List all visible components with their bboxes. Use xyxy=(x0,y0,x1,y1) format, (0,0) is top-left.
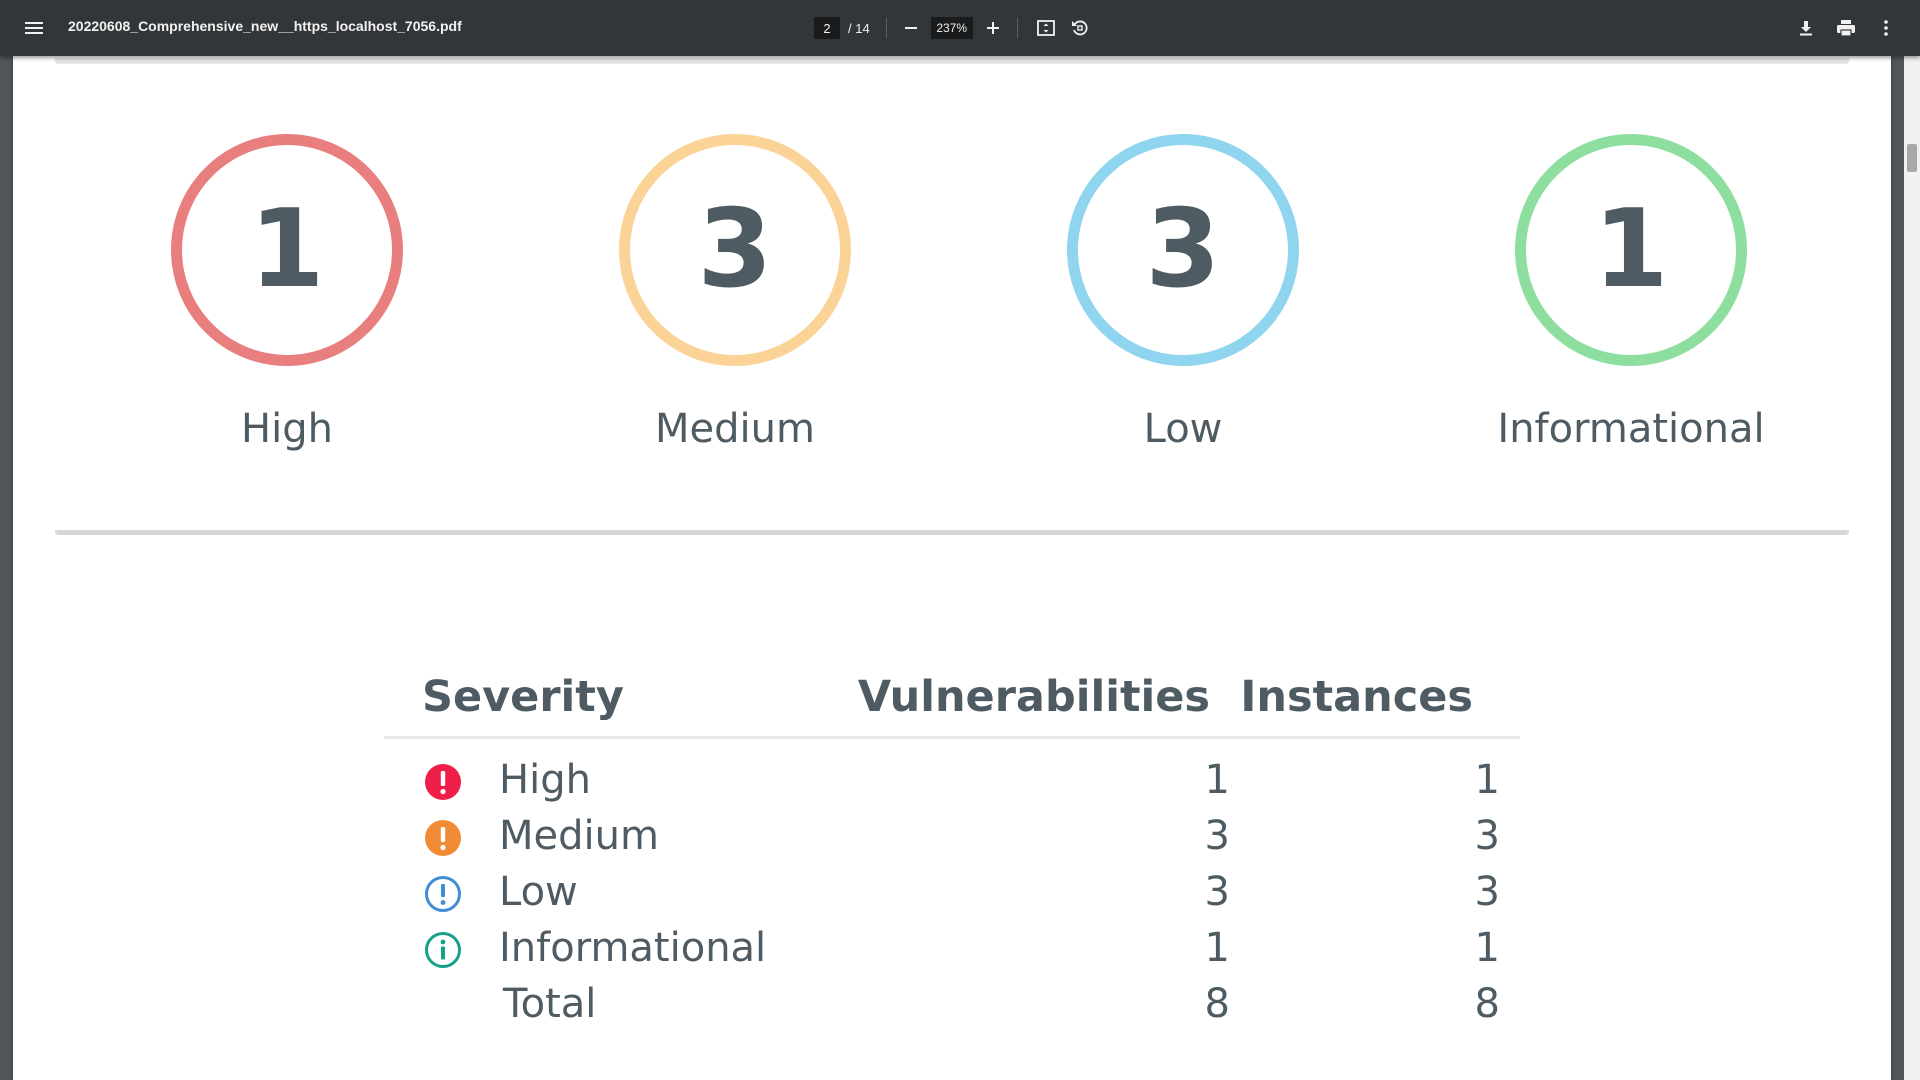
row-vulnerabilities: 3 xyxy=(1204,869,1230,915)
severity-ring-medium: 3 xyxy=(619,134,851,366)
toolbar-divider xyxy=(885,18,887,38)
ring-count: 1 xyxy=(249,187,325,312)
zoom-out-button[interactable] xyxy=(897,14,925,42)
row-severity-label: Informational xyxy=(499,925,767,971)
row-vulnerabilities: 1 xyxy=(1204,925,1230,971)
table-row: High 1 1 xyxy=(384,753,1520,809)
zoom-level-input[interactable] xyxy=(930,17,973,39)
ring-count: 3 xyxy=(697,187,773,312)
total-instances: 8 xyxy=(1474,981,1500,1027)
severity-summary-card: 1 High 3 Medium 3 Low 1 Informational xyxy=(55,64,1849,535)
table-row: Low 3 3 xyxy=(384,865,1520,921)
more-vert-icon xyxy=(1884,20,1888,36)
severity-ring-low: 3 xyxy=(1067,134,1299,366)
severity-ring-high: 1 xyxy=(171,134,403,366)
print-button[interactable] xyxy=(1832,14,1860,42)
rotate-icon xyxy=(1071,20,1088,36)
ring-label: High xyxy=(241,406,333,452)
rotate-button[interactable] xyxy=(1066,14,1094,42)
row-severity-label: Medium xyxy=(499,813,659,859)
row-instances: 3 xyxy=(1474,869,1500,915)
summary-high: 1 High xyxy=(137,134,437,452)
download-icon xyxy=(1800,21,1812,36)
row-instances: 3 xyxy=(1474,813,1500,859)
info-icon xyxy=(424,931,462,969)
scrollbar-thumb[interactable] xyxy=(1907,144,1917,172)
header-severity: Severity xyxy=(422,672,624,722)
page-total: / 14 xyxy=(848,20,870,36)
severity-ring-informational: 1 xyxy=(1515,134,1747,366)
low-alert-icon xyxy=(424,875,462,913)
total-vulnerabilities: 8 xyxy=(1204,981,1230,1027)
document-title: 20220608_Comprehensive_new__https_localh… xyxy=(68,18,462,34)
ring-label: Medium xyxy=(655,406,815,452)
header-vulnerabilities: Vulnerabilities xyxy=(857,672,1210,722)
vertical-scrollbar[interactable] xyxy=(1904,56,1920,1080)
row-severity-label: High xyxy=(499,757,591,803)
zoom-in-icon xyxy=(986,22,999,34)
table-row: Informational 1 1 xyxy=(384,921,1520,977)
header-instances: Instances xyxy=(1240,672,1473,722)
row-vulnerabilities: 1 xyxy=(1204,757,1230,803)
toolbar-divider xyxy=(1016,18,1018,38)
summary-low: 3 Low xyxy=(1033,134,1333,452)
ring-count: 3 xyxy=(1145,187,1221,312)
table-row: Medium 3 3 xyxy=(384,809,1520,865)
print-icon xyxy=(1837,20,1855,37)
more-options-button[interactable] xyxy=(1872,14,1900,42)
high-alert-icon xyxy=(424,763,462,801)
pdf-toolbar: 20220608_Comprehensive_new__https_localh… xyxy=(0,0,1920,56)
row-instances: 1 xyxy=(1474,757,1500,803)
summary-medium: 3 Medium xyxy=(585,134,885,452)
fit-page-icon xyxy=(1036,20,1055,36)
row-instances: 1 xyxy=(1474,925,1500,971)
zoom-in-button[interactable] xyxy=(979,14,1007,42)
toolbar-actions xyxy=(1792,14,1900,42)
medium-alert-icon xyxy=(424,819,462,857)
pdf-page: 1 High 3 Medium 3 Low 1 Informational Se… xyxy=(13,56,1891,1080)
download-button[interactable] xyxy=(1792,14,1820,42)
menu-icon[interactable] xyxy=(22,16,46,40)
row-severity-label: Low xyxy=(499,869,578,915)
table-header: Severity Vulnerabilities Instances xyxy=(384,662,1520,739)
zoom-out-icon xyxy=(904,27,917,29)
total-label: Total xyxy=(503,981,597,1027)
ring-label: Informational xyxy=(1497,406,1765,452)
row-vulnerabilities: 3 xyxy=(1204,813,1230,859)
table-total-row: Total 8 8 xyxy=(384,977,1520,1033)
ring-count: 1 xyxy=(1593,187,1669,312)
page-zoom-controls: / 14 xyxy=(814,14,1094,42)
page-number-input[interactable] xyxy=(814,17,840,39)
fit-page-button[interactable] xyxy=(1032,14,1060,42)
summary-informational: 1 Informational xyxy=(1481,134,1781,452)
ring-label: Low xyxy=(1143,406,1223,452)
severity-table: Severity Vulnerabilities Instances High … xyxy=(384,662,1520,1033)
